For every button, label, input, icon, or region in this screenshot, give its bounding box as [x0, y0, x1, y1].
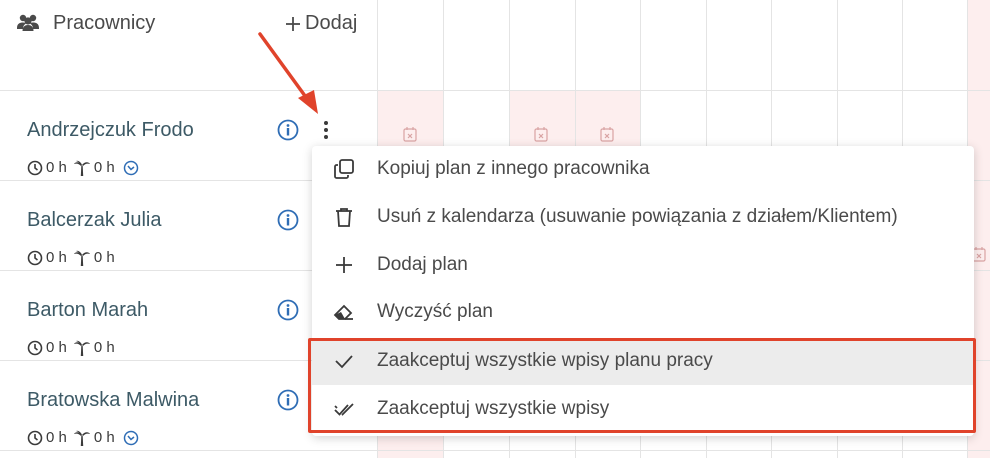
sync-icon — [123, 430, 138, 445]
hours-value: 0 h — [46, 249, 67, 266]
employee-stats: 0 h 0 h — [27, 339, 121, 356]
employee-name[interactable]: Balcerzak Julia — [27, 209, 162, 232]
palm-tree-icon — [73, 340, 90, 356]
menu-item-add-plan[interactable]: Dodaj plan — [312, 242, 974, 289]
check-icon — [335, 355, 353, 369]
trash-icon — [336, 208, 352, 227]
menu-item-copy-plan[interactable]: Kopiuj plan z innego pracownika — [312, 146, 974, 193]
calendar-x-icon — [972, 247, 986, 262]
page-title: Pracownicy — [53, 12, 156, 34]
vacation-value: 0 h — [93, 249, 115, 266]
menu-item-label: Usuń z kalendarza (usuwanie powiązania z… — [377, 206, 898, 227]
info-icon[interactable] — [277, 119, 299, 141]
eraser-icon — [333, 304, 353, 320]
employee-stats: 0 h 0 h — [27, 429, 139, 446]
info-icon[interactable] — [277, 389, 299, 411]
vacation-value: 0 h — [93, 159, 115, 176]
menu-item-label: Zaakceptuj wszystkie wpisy — [377, 398, 610, 419]
employee-name[interactable]: Andrzejczuk Frodo — [27, 119, 194, 142]
hours-value: 0 h — [46, 339, 67, 356]
vacation-value: 0 h — [93, 339, 115, 356]
employee-stats: 0 h 0 h — [27, 159, 139, 176]
menu-item-clear-plan[interactable]: Wyczyść plan — [312, 289, 974, 336]
employees-header: Pracownicy Dodaj — [0, 0, 377, 90]
info-icon[interactable] — [277, 209, 299, 231]
menu-item-label: Wyczyść plan — [377, 301, 493, 322]
palm-tree-icon — [73, 430, 90, 446]
calendar-x-icon — [403, 127, 417, 142]
palm-tree-icon — [73, 160, 90, 176]
copy-icon — [334, 159, 354, 179]
people-icon — [17, 14, 39, 31]
double-check-icon — [334, 403, 354, 416]
menu-item-label: Zaakceptuj wszystkie wpisy planu pracy — [377, 350, 713, 371]
more-options-icon[interactable] — [319, 119, 333, 143]
clock-icon — [27, 160, 43, 175]
employee-name[interactable]: Barton Marah — [27, 299, 148, 322]
clock-icon — [27, 340, 43, 355]
employee-context-menu: Kopiuj plan z innego pracownika Usuń z k… — [312, 146, 974, 436]
menu-item-label: Dodaj plan — [377, 254, 468, 275]
employee-stats: 0 h 0 h — [27, 249, 121, 266]
calendar-x-icon — [534, 127, 548, 142]
menu-item-label: Kopiuj plan z innego pracownika — [377, 158, 650, 179]
info-icon[interactable] — [277, 299, 299, 321]
menu-item-accept-work-plan-entries[interactable]: Zaakceptuj wszystkie wpisy planu pracy — [312, 338, 974, 385]
vacation-value: 0 h — [93, 429, 115, 446]
add-button-label: Dodaj — [305, 12, 358, 34]
hours-value: 0 h — [46, 429, 67, 446]
employee-name[interactable]: Bratowska Malwina — [27, 389, 199, 412]
menu-item-accept-all-entries[interactable]: Zaakceptuj wszystkie wpisy — [312, 386, 974, 433]
hours-value: 0 h — [46, 159, 67, 176]
calendar-x-icon — [600, 127, 614, 142]
add-employee-button[interactable]: Dodaj — [285, 12, 357, 35]
palm-tree-icon — [73, 250, 90, 266]
clock-icon — [27, 250, 43, 265]
clock-icon — [27, 430, 43, 445]
plus-icon — [286, 16, 300, 31]
menu-item-remove-from-calendar[interactable]: Usuń z kalendarza (usuwanie powiązania z… — [312, 194, 974, 241]
plus-icon — [336, 257, 352, 273]
sync-icon — [123, 160, 138, 175]
